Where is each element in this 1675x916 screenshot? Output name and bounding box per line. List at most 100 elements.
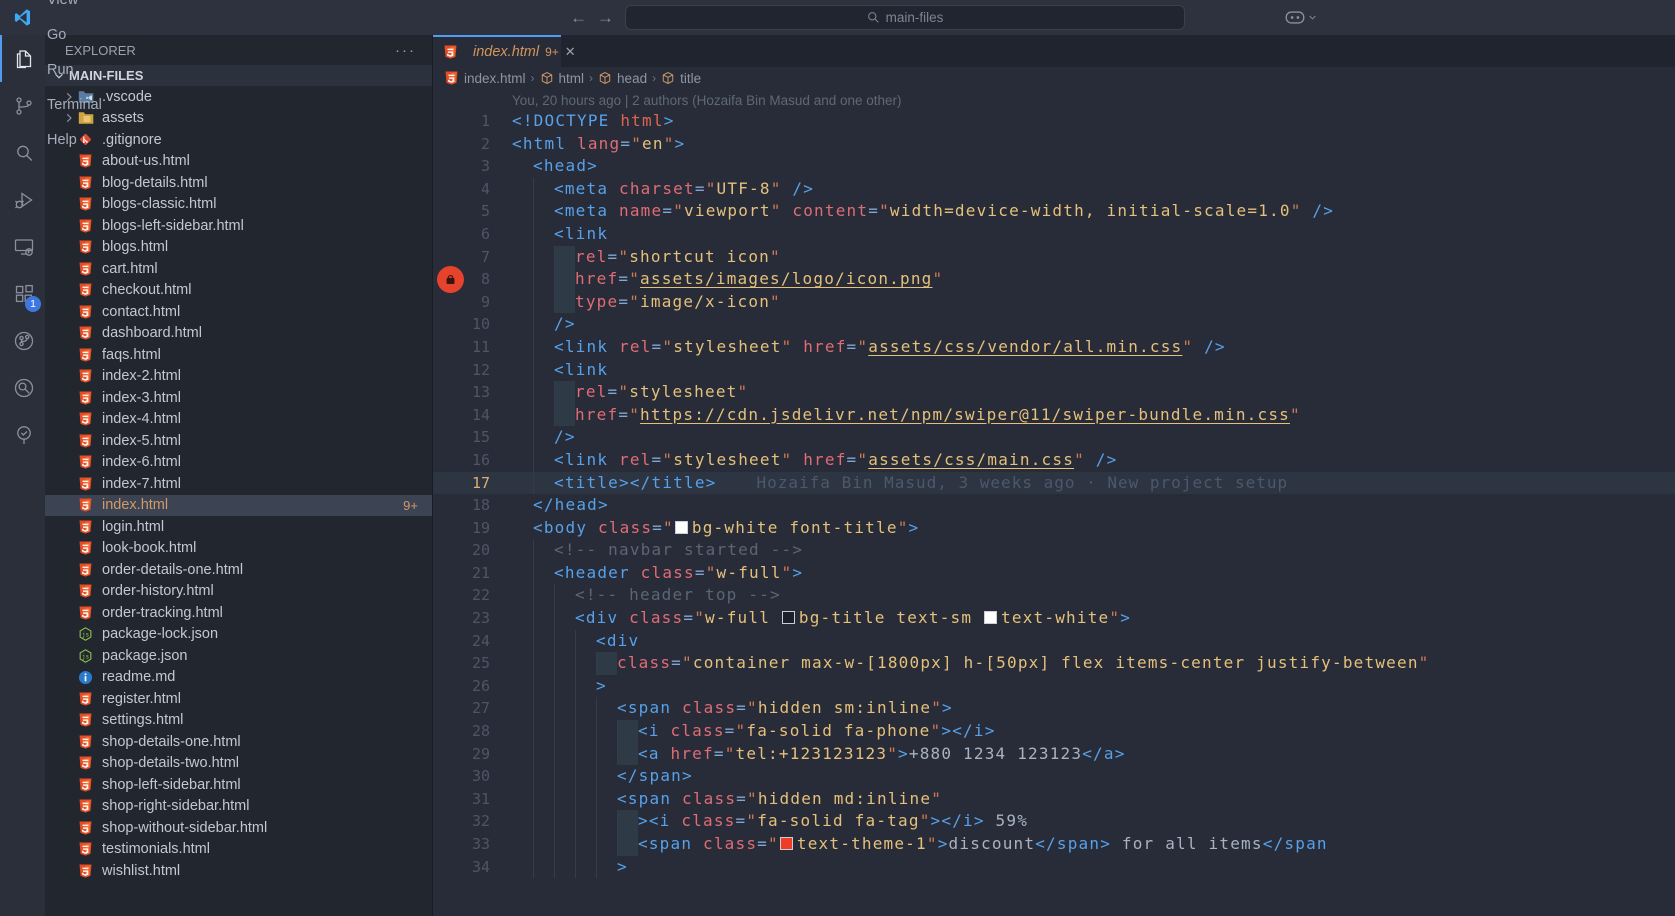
file-item-shop-details-one-html[interactable]: shop-details-one.html bbox=[45, 731, 432, 753]
code-line-3[interactable]: 3<head> bbox=[433, 155, 1675, 178]
line-content: </head> bbox=[512, 494, 1675, 517]
file-item-testimonials-html[interactable]: testimonials.html bbox=[45, 839, 432, 861]
file-item-order-tracking-html[interactable]: order-tracking.html bbox=[45, 602, 432, 624]
breadcrumb-item-head[interactable]: head bbox=[598, 71, 647, 86]
code-line-8[interactable]: 8href="assets/images/logo/icon.png" bbox=[433, 268, 1675, 291]
code-line-11[interactable]: 11<link rel="stylesheet" href="assets/cs… bbox=[433, 336, 1675, 359]
code-line-2[interactable]: 2<html lang="en"> bbox=[433, 133, 1675, 156]
code-line-27[interactable]: 27<span class="hidden sm:inline"> bbox=[433, 697, 1675, 720]
menu-terminal[interactable]: Terminal bbox=[38, 88, 116, 123]
file-item-index-5-html[interactable]: index-5.html bbox=[45, 430, 432, 452]
arrow-left-icon[interactable]: ← bbox=[570, 8, 587, 28]
file-item-index-4-html[interactable]: index-4.html bbox=[45, 409, 432, 431]
menu-help[interactable]: Help bbox=[38, 123, 116, 158]
code-line-7[interactable]: 7rel="shortcut icon" bbox=[433, 246, 1675, 269]
copilot-menu[interactable] bbox=[1285, 0, 1317, 35]
code-editor[interactable]: You, 20 hours ago | 2 authors (Hozaifa B… bbox=[433, 89, 1675, 916]
code-line-18[interactable]: 18</head> bbox=[433, 494, 1675, 517]
code-line-21[interactable]: 21<header class="w-full"> bbox=[433, 562, 1675, 585]
code-line-14[interactable]: 14href="https://cdn.jsdelivr.net/npm/swi… bbox=[433, 404, 1675, 427]
file-item-index-2-html[interactable]: index-2.html bbox=[45, 366, 432, 388]
menu-go[interactable]: Go bbox=[38, 18, 116, 53]
sidebar-item-run-debug[interactable] bbox=[0, 176, 45, 223]
file-item-shop-right-sidebar-html[interactable]: shop-right-sidebar.html bbox=[45, 796, 432, 818]
file-item-blog-details-html[interactable]: blog-details.html bbox=[45, 172, 432, 194]
file-item-wishlist-html[interactable]: wishlist.html bbox=[45, 860, 432, 882]
menu-run[interactable]: Run bbox=[38, 53, 116, 88]
file-item-blogs-classic-html[interactable]: blogs-classic.html bbox=[45, 194, 432, 216]
file-item-order-history-html[interactable]: order-history.html bbox=[45, 581, 432, 603]
code-line-9[interactable]: 9type="image/x-icon" bbox=[433, 291, 1675, 314]
sidebar-item-todo-tree[interactable] bbox=[0, 411, 45, 458]
sidebar-item-explorer[interactable] bbox=[0, 35, 45, 82]
file-item-package-json[interactable]: jspackage.json bbox=[45, 645, 432, 667]
code-line-13[interactable]: 13rel="stylesheet" bbox=[433, 381, 1675, 404]
sidebar-item-source-control[interactable] bbox=[0, 82, 45, 129]
code-token: tel:+123123123 bbox=[736, 744, 888, 763]
more-actions-icon[interactable]: ··· bbox=[395, 42, 416, 59]
file-item-faqs-html[interactable]: faqs.html bbox=[45, 344, 432, 366]
file-item-index-html[interactable]: index.html9+ bbox=[45, 495, 432, 517]
color-swatch bbox=[984, 611, 997, 624]
file-item-contact-html[interactable]: contact.html bbox=[45, 301, 432, 323]
sidebar-item-gitlens[interactable] bbox=[0, 317, 45, 364]
sidebar-item-extensions[interactable]: 1 bbox=[0, 270, 45, 317]
command-center-search[interactable]: main-files bbox=[625, 5, 1185, 30]
code-line-32[interactable]: 32><i class="fa-solid fa-tag"></i> 59% bbox=[433, 810, 1675, 833]
code-line-5[interactable]: 5<meta name="viewport" content="width=de… bbox=[433, 200, 1675, 223]
line-number: 20 bbox=[433, 539, 490, 562]
file-item-package-lock-json[interactable]: jspackage-lock.json bbox=[45, 624, 432, 646]
file-item-look-book-html[interactable]: look-book.html bbox=[45, 538, 432, 560]
sidebar-item-remote-explorer[interactable] bbox=[0, 223, 45, 270]
file-item-blogs-html[interactable]: blogs.html bbox=[45, 237, 432, 259]
code-line-16[interactable]: 16<link rel="stylesheet" href="assets/cs… bbox=[433, 449, 1675, 472]
file-item-shop-left-sidebar-html[interactable]: shop-left-sidebar.html bbox=[45, 774, 432, 796]
breadcrumb-item-title[interactable]: title bbox=[661, 71, 701, 86]
code-line-29[interactable]: 29<a href="tel:+123123123">+880 1234 123… bbox=[433, 743, 1675, 766]
file-item-shop-details-two-html[interactable]: shop-details-two.html bbox=[45, 753, 432, 775]
file-item-settings-html[interactable]: settings.html bbox=[45, 710, 432, 732]
code-line-19[interactable]: 19<body class="bg-white font-title"> bbox=[433, 517, 1675, 540]
arrow-right-icon[interactable]: → bbox=[597, 8, 614, 28]
code-line-4[interactable]: 4<meta charset="UTF-8" /> bbox=[433, 178, 1675, 201]
sidebar-item-gitlens-inspect[interactable] bbox=[0, 364, 45, 411]
code-line-24[interactable]: 24<div bbox=[433, 630, 1675, 653]
code-line-15[interactable]: 15/> bbox=[433, 426, 1675, 449]
code-line-31[interactable]: 31<span class="hidden md:inline" bbox=[433, 788, 1675, 811]
sidebar-item-search[interactable] bbox=[0, 129, 45, 176]
line-number: 1 bbox=[433, 110, 490, 133]
file-item-index-6-html[interactable]: index-6.html bbox=[45, 452, 432, 474]
code-line-34[interactable]: 34> bbox=[433, 856, 1675, 879]
code-line-1[interactable]: 1<!DOCTYPE html> bbox=[433, 110, 1675, 133]
menu-view[interactable]: View bbox=[38, 0, 116, 18]
code-line-26[interactable]: 26> bbox=[433, 675, 1675, 698]
breadcrumb-item-html[interactable]: html bbox=[540, 71, 585, 86]
code-line-33[interactable]: 33<span class="text-theme-1">discount</s… bbox=[433, 833, 1675, 856]
codelens-blame[interactable]: You, 20 hours ago | 2 authors (Hozaifa B… bbox=[433, 89, 1675, 110]
file-item-readme-md[interactable]: readme.md bbox=[45, 667, 432, 689]
breadcrumb-item-index-html[interactable]: index.html bbox=[444, 70, 526, 86]
file-item-blogs-left-sidebar-html[interactable]: blogs-left-sidebar.html bbox=[45, 215, 432, 237]
code-line-30[interactable]: 30</span> bbox=[433, 765, 1675, 788]
file-item-cart-html[interactable]: cart.html bbox=[45, 258, 432, 280]
code-line-20[interactable]: 20<!-- navbar started --> bbox=[433, 539, 1675, 562]
file-item-index-7-html[interactable]: index-7.html bbox=[45, 473, 432, 495]
code-line-23[interactable]: 23<div class="w-full bg-title text-sm te… bbox=[433, 607, 1675, 630]
file-item-shop-without-sidebar-html[interactable]: shop-without-sidebar.html bbox=[45, 817, 432, 839]
file-item-login-html[interactable]: login.html bbox=[45, 516, 432, 538]
code-line-10[interactable]: 10/> bbox=[433, 313, 1675, 336]
file-item-register-html[interactable]: register.html bbox=[45, 688, 432, 710]
code-line-22[interactable]: 22<!-- header top --> bbox=[433, 584, 1675, 607]
code-line-25[interactable]: 25class="container max-w-[1800px] h-[50p… bbox=[433, 652, 1675, 675]
code-line-17[interactable]: 17<title></title>Hozaifa Bin Masud, 3 we… bbox=[433, 472, 1675, 495]
file-item-index-3-html[interactable]: index-3.html bbox=[45, 387, 432, 409]
code-line-28[interactable]: 28<i class="fa-solid fa-phone"></i> bbox=[433, 720, 1675, 743]
code-line-6[interactable]: 6<link bbox=[433, 223, 1675, 246]
file-item-order-details-one-html[interactable]: order-details-one.html bbox=[45, 559, 432, 581]
file-item-checkout-html[interactable]: checkout.html bbox=[45, 280, 432, 302]
code-line-12[interactable]: 12<link bbox=[433, 359, 1675, 382]
file-item-dashboard-html[interactable]: dashboard.html bbox=[45, 323, 432, 345]
tab-index-html[interactable]: index.html 9+ ✕ bbox=[433, 35, 561, 67]
code-token: stylesheet bbox=[629, 382, 737, 401]
close-icon[interactable]: ✕ bbox=[565, 44, 576, 60]
